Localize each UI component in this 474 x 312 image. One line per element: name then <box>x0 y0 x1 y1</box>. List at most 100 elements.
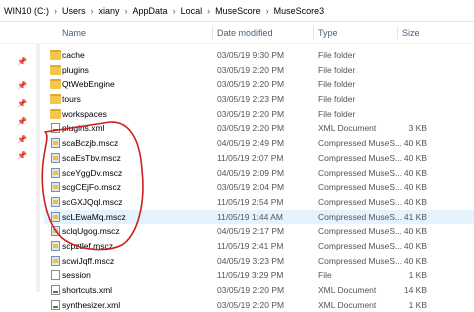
file-row[interactable]: scgCEjFo.mscz 03/05/19 2:04 PM Compressed … <box>44 180 474 195</box>
file-date-modified: 03/05/19 9:30 PM <box>217 50 285 60</box>
file-date-modified: 11/05/19 2:54 PM <box>217 196 284 207</box>
file-date-modified: 04/05/19 2:09 PM <box>217 167 285 178</box>
file-row[interactable]: sceYggDv.mscz 04/05/19 2:09 PM Compressed … <box>44 166 474 181</box>
file-size: 40 KB <box>403 152 427 163</box>
pin-icon[interactable]: 📌 <box>17 57 27 66</box>
file-size: 40 KB <box>403 226 427 237</box>
file-name: synthesizer.xml <box>62 299 121 310</box>
column-divider[interactable] <box>212 26 213 40</box>
mscz-file-icon <box>51 255 60 266</box>
file-row[interactable]: session 11/05/19 3:29 PM File 1 KB <box>44 268 474 283</box>
file-size: 40 KB <box>403 138 427 149</box>
file-type: File folder <box>318 108 356 119</box>
pin-icon[interactable]: 📌 <box>17 135 27 144</box>
breadcrumb-item-musescore[interactable]: MuseScore <box>215 6 261 16</box>
file-row[interactable]: plugins.xml 03/05/19 2:20 PM XML Document 3… <box>44 121 474 136</box>
file-name: workspaces <box>62 108 107 119</box>
file-name: cache <box>62 50 85 60</box>
column-header-date[interactable]: Date modified <box>217 28 273 38</box>
file-type: File folder <box>318 50 356 60</box>
file-row[interactable]: plugins 03/05/19 2:20 PM File folder <box>44 63 474 78</box>
pin-icon[interactable]: 📌 <box>17 117 27 126</box>
file-date-modified: 03/05/19 2:23 PM <box>217 94 285 105</box>
column-header-row: Name Date modified Type Size <box>0 22 474 44</box>
file-date-modified: 04/05/19 2:49 PM <box>217 138 285 149</box>
chevron-right-icon: › <box>124 5 128 16</box>
file-row[interactable]: sclqUgog.mscz 04/05/19 2:17 PM Compressed … <box>44 224 474 239</box>
file-date-modified: 03/05/19 2:20 PM <box>217 79 285 90</box>
navigation-pane: 📌 📌 📌 📌 📌 📌 <box>0 44 40 292</box>
breadcrumb-item-musescore3[interactable]: MuseScore3 <box>274 6 325 16</box>
breadcrumb-item-drive[interactable]: WIN10 (C:) <box>4 6 49 16</box>
file-size: 40 KB <box>403 167 427 178</box>
file-type: File <box>318 270 332 281</box>
file-date-modified: 03/05/19 2:20 PM <box>217 123 285 134</box>
file-row[interactable]: tours 03/05/19 2:23 PM File folder <box>44 92 474 107</box>
file-row[interactable]: QtWebEngine 03/05/19 2:20 PM File folder <box>44 77 474 92</box>
folder-icon <box>50 79 61 90</box>
breadcrumb-item-user[interactable]: xiany <box>99 6 120 16</box>
file-type: Compressed MuseS... <box>318 226 403 237</box>
file-date-modified: 11/05/19 2:41 PM <box>217 240 284 251</box>
file-name: scaEsTbv.mscz <box>62 152 121 163</box>
mscz-file-icon <box>51 240 60 251</box>
file-row[interactable]: scGXJQql.mscz 11/05/19 2:54 PM Compressed … <box>44 195 474 210</box>
file-row[interactable]: synthesizer.xml 03/05/19 2:20 PM XML Docum… <box>44 298 474 312</box>
folder-icon <box>50 94 61 105</box>
folder-icon <box>50 108 61 119</box>
file-size: 40 KB <box>403 182 427 193</box>
file-name: sclqUgog.mscz <box>62 226 120 237</box>
file-type: File folder <box>318 94 356 105</box>
file-size: 40 KB <box>403 255 427 266</box>
mscz-file-icon <box>51 138 60 149</box>
file-size: 1 KB <box>408 299 427 310</box>
file-size: 1 KB <box>408 270 427 281</box>
file-row[interactable]: scpztlef.mscz 11/05/19 2:41 PM Compressed … <box>44 239 474 254</box>
navigation-scrollbar[interactable] <box>36 44 40 292</box>
file-name: plugins <box>62 64 89 75</box>
mscz-file-icon <box>51 196 60 207</box>
file-row[interactable]: scaBczjb.mscz 04/05/19 2:49 PM Compressed … <box>44 136 474 151</box>
file-type: XML Document <box>318 285 377 295</box>
pin-icon[interactable]: 📌 <box>17 99 27 108</box>
file-date-modified: 03/05/19 2:20 PM <box>217 108 285 119</box>
pin-icon[interactable]: 📌 <box>17 81 27 90</box>
chevron-right-icon: › <box>265 5 269 16</box>
file-date-modified: 03/05/19 2:20 PM <box>217 285 285 295</box>
file-name: scLEwaMq.mscz <box>62 211 126 222</box>
breadcrumb-item-users[interactable]: Users <box>62 6 86 16</box>
chevron-right-icon: › <box>207 5 211 16</box>
mscz-file-icon <box>51 152 60 163</box>
column-divider[interactable] <box>313 26 314 40</box>
file-row[interactable]: shortcuts.xml 03/05/19 2:20 PM XML Documen… <box>44 283 474 298</box>
file-name: scpztlef.mscz <box>62 240 114 251</box>
file-row[interactable]: scaEsTbv.mscz 11/05/19 2:07 PM Compressed … <box>44 151 474 166</box>
file-type: Compressed MuseS... <box>318 211 403 222</box>
file-row[interactable]: workspaces 03/05/19 2:20 PM File folder <box>44 107 474 122</box>
file-type: File folder <box>318 64 356 75</box>
file-date-modified: 11/05/19 3:29 PM <box>217 270 284 281</box>
file-type: Compressed MuseS... <box>318 182 403 193</box>
column-header-type[interactable]: Type <box>318 28 338 38</box>
mscz-file-icon <box>51 182 60 193</box>
file-date-modified: 04/05/19 2:17 PM <box>217 226 285 237</box>
pin-icon[interactable]: 📌 <box>17 151 27 160</box>
file-type: Compressed MuseS... <box>318 196 403 207</box>
file-row[interactable]: scwiJqff.mscz 04/05/19 3:23 PM Compressed … <box>44 254 474 269</box>
file-type: Compressed MuseS... <box>318 138 403 149</box>
file-name: QtWebEngine <box>62 79 115 90</box>
file-row[interactable]: scLEwaMq.mscz 11/05/19 1:44 AM Compressed … <box>44 209 474 225</box>
xml-file-icon <box>51 285 60 295</box>
file-name: session <box>62 270 91 281</box>
breadcrumb-item-appdata[interactable]: AppData <box>133 6 168 16</box>
file-name: scwiJqff.mscz <box>62 255 115 266</box>
file-name: shortcuts.xml <box>62 285 113 295</box>
breadcrumb-item-local[interactable]: Local <box>181 6 203 16</box>
file-type: Compressed MuseS... <box>318 240 403 251</box>
column-header-name[interactable]: Name <box>62 28 86 38</box>
column-divider[interactable] <box>397 26 398 40</box>
file-row[interactable]: cache 03/05/19 9:30 PM File folder <box>44 48 474 63</box>
file-name: sceYggDv.mscz <box>62 167 123 178</box>
column-header-size[interactable]: Size <box>402 28 420 38</box>
file-size: 41 KB <box>403 211 427 222</box>
